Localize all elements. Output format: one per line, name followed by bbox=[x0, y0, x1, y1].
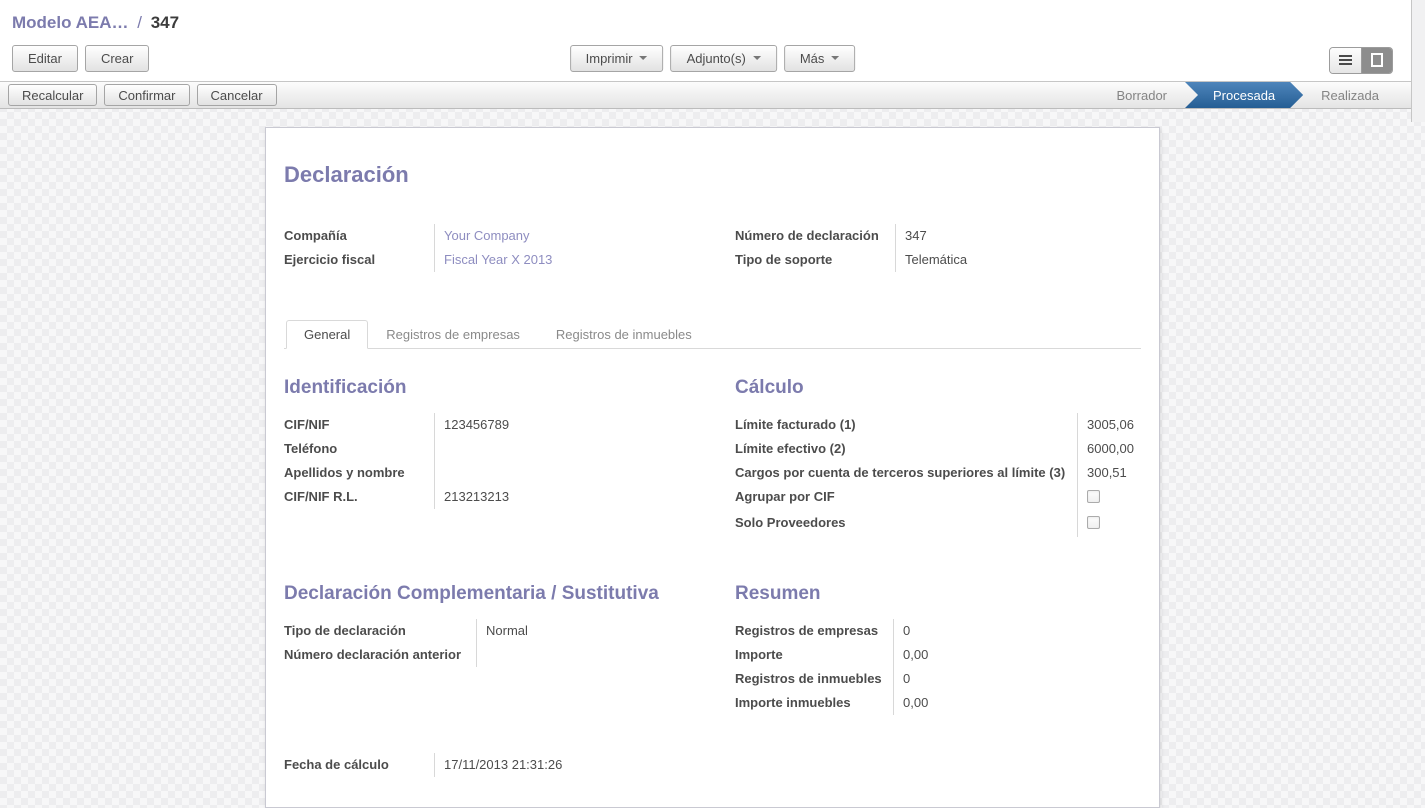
numero-declaracion-anterior-label: Número declaración anterior bbox=[284, 643, 476, 667]
numero-declaracion-anterior-value bbox=[476, 643, 712, 667]
support-type-value: Telemática bbox=[895, 248, 1141, 272]
scrollbar-track[interactable] bbox=[1411, 0, 1425, 122]
tipo-declaracion-value: Normal bbox=[476, 619, 712, 643]
attachments-dropdown-button[interactable]: Adjunto(s) bbox=[671, 45, 777, 72]
tipo-declaracion-label: Tipo de declaración bbox=[284, 619, 476, 643]
calculation-title: Cálculo bbox=[735, 377, 1141, 399]
header-field-group-left: Compañía Your Company Ejercicio fiscal F… bbox=[284, 224, 712, 272]
calc-date-field: Fecha de cálculo 17/11/2013 21:31:26 bbox=[284, 753, 712, 777]
importe-label: Importe bbox=[735, 643, 893, 667]
breadcrumb: Modelo AEA… / 347 bbox=[0, 0, 1425, 35]
recalculate-button[interactable]: Recalcular bbox=[8, 84, 97, 106]
breadcrumb-parent-link[interactable]: Modelo AEA… bbox=[12, 13, 128, 32]
importe-inmuebles-label: Importe inmuebles bbox=[735, 691, 893, 715]
limite-facturado-label: Límite facturado (1) bbox=[735, 413, 1077, 437]
breadcrumb-separator: / bbox=[133, 13, 146, 32]
form-sheet: Declaración Compañía Your Company Ejerci… bbox=[265, 127, 1160, 808]
fiscal-year-label: Ejercicio fiscal bbox=[284, 248, 434, 272]
fecha-calculo-label: Fecha de cálculo bbox=[284, 753, 434, 777]
more-dropdown-button[interactable]: Más bbox=[784, 45, 856, 72]
apellidos-nombre-value bbox=[434, 461, 712, 485]
limite-efectivo-label: Límite efectivo (2) bbox=[735, 437, 1077, 461]
importe-value: 0,00 bbox=[893, 643, 1141, 667]
state-realizada: Realizada bbox=[1303, 82, 1397, 108]
list-view-icon bbox=[1339, 55, 1352, 65]
company-link[interactable]: Your Company bbox=[444, 228, 530, 243]
tab-general[interactable]: General bbox=[286, 320, 368, 349]
view-switcher bbox=[1329, 47, 1393, 74]
complementary-section: Declaración Complementaria / Sustitutiva… bbox=[284, 583, 712, 715]
solo-proveedores-label: Solo Proveedores bbox=[735, 511, 1077, 537]
edit-button[interactable]: Editar bbox=[12, 45, 78, 72]
caret-down-icon bbox=[640, 56, 648, 60]
registros-empresas-value: 0 bbox=[893, 619, 1141, 643]
company-label: Compañía bbox=[284, 224, 434, 248]
agrupar-por-cif-label: Agrupar por CIF bbox=[735, 485, 1077, 511]
form-view-button[interactable] bbox=[1361, 48, 1392, 73]
state-borrador: Borrador bbox=[1098, 82, 1185, 108]
list-view-button[interactable] bbox=[1330, 48, 1361, 73]
fiscal-year-link[interactable]: Fiscal Year X 2013 bbox=[444, 252, 552, 267]
fecha-calculo-value: 17/11/2013 21:31:26 bbox=[434, 753, 712, 777]
cif-nif-label: CIF/NIF bbox=[284, 413, 434, 437]
telefono-label: Teléfono bbox=[284, 437, 434, 461]
status-toolbar: Recalcular Confirmar Cancelar Borrador P… bbox=[0, 81, 1425, 109]
state-procesada: Procesada bbox=[1185, 82, 1303, 108]
registros-inmuebles-value: 0 bbox=[893, 667, 1141, 691]
cif-nif-rl-label: CIF/NIF R.L. bbox=[284, 485, 434, 509]
calculation-section: Cálculo Límite facturado (1) 3005,06 Lím… bbox=[735, 377, 1141, 537]
cargos-terceros-value: 300,51 bbox=[1077, 461, 1141, 485]
form-view-icon bbox=[1371, 53, 1383, 67]
statusbar: Borrador Procesada Realizada bbox=[1098, 82, 1397, 108]
page-title: Declaración bbox=[284, 162, 1141, 188]
cancel-button[interactable]: Cancelar bbox=[197, 84, 277, 106]
tab-general-content: Identificación CIF/NIF 123456789 Teléfon… bbox=[284, 349, 1141, 777]
summary-section: Resumen Registros de empresas 0 Importe … bbox=[735, 583, 1141, 715]
caret-down-icon bbox=[831, 56, 839, 60]
confirm-button[interactable]: Confirmar bbox=[104, 84, 189, 106]
limite-facturado-value: 3005,06 bbox=[1077, 413, 1141, 437]
declaration-number-label: Número de declaración bbox=[735, 224, 895, 248]
print-label: Imprimir bbox=[586, 51, 633, 66]
notebook-tabs: General Registros de empresas Registros … bbox=[284, 320, 1141, 349]
complementary-title: Declaración Complementaria / Sustitutiva bbox=[284, 583, 712, 605]
agrupar-por-cif-checkbox[interactable] bbox=[1087, 490, 1100, 503]
solo-proveedores-checkbox[interactable] bbox=[1087, 516, 1100, 529]
telefono-value bbox=[434, 437, 712, 461]
limite-efectivo-value: 6000,00 bbox=[1077, 437, 1141, 461]
top-header: Modelo AEA… / 347 Editar Crear Imprimir … bbox=[0, 0, 1425, 81]
tab-registros-inmuebles[interactable]: Registros de inmuebles bbox=[538, 320, 710, 349]
identification-title: Identificación bbox=[284, 377, 712, 399]
header-field-group-right: Número de declaración 347 Tipo de soport… bbox=[735, 224, 1141, 272]
tab-registros-empresas[interactable]: Registros de empresas bbox=[368, 320, 538, 349]
cargos-terceros-label: Cargos por cuenta de terceros superiores… bbox=[735, 461, 1077, 485]
more-label: Más bbox=[800, 51, 825, 66]
support-type-label: Tipo de soporte bbox=[735, 248, 895, 272]
summary-title: Resumen bbox=[735, 583, 1141, 605]
importe-inmuebles-value: 0,00 bbox=[893, 691, 1141, 715]
cif-nif-value: 123456789 bbox=[434, 413, 712, 437]
apellidos-nombre-label: Apellidos y nombre bbox=[284, 461, 434, 485]
breadcrumb-current: 347 bbox=[151, 13, 179, 32]
attachments-label: Adjunto(s) bbox=[687, 51, 746, 66]
registros-empresas-label: Registros de empresas bbox=[735, 619, 893, 643]
declaration-number-value: 347 bbox=[895, 224, 1141, 248]
create-button[interactable]: Crear bbox=[85, 45, 150, 72]
identification-section: Identificación CIF/NIF 123456789 Teléfon… bbox=[284, 377, 712, 537]
registros-inmuebles-label: Registros de inmuebles bbox=[735, 667, 893, 691]
print-dropdown-button[interactable]: Imprimir bbox=[570, 45, 664, 72]
caret-down-icon bbox=[753, 56, 761, 60]
cif-nif-rl-value: 213213213 bbox=[434, 485, 712, 509]
actions-toolbar: Editar Crear Imprimir Adjunto(s) Más bbox=[0, 35, 1425, 81]
